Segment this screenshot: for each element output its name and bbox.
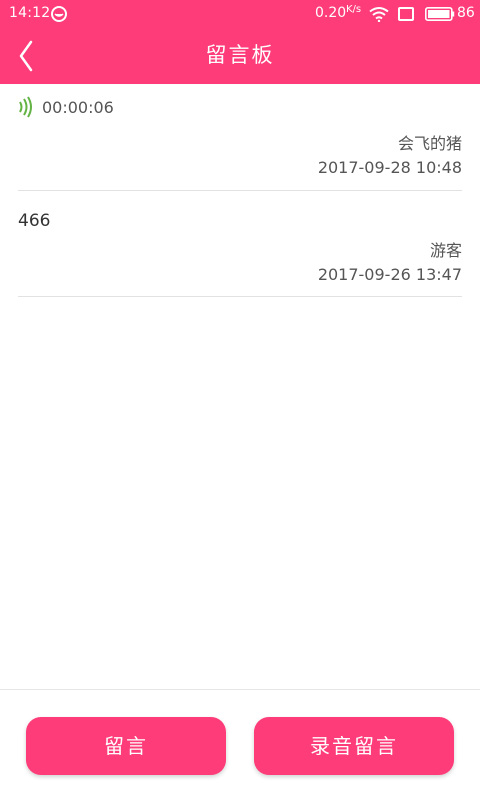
message-author: 游客 [429, 241, 462, 260]
list-item[interactable]: 466 游客 2017-09-26 13:47 [18, 191, 462, 297]
voice-duration: 00:00:06 [42, 98, 114, 117]
list-item[interactable]: 00:00:06 会飞的猪 2017-09-28 10:48 [18, 84, 462, 191]
voice-waves-icon[interactable] [18, 96, 34, 118]
bottom-action-bar: 留言 录音留言 [0, 689, 480, 801]
wifi-icon [369, 7, 389, 22]
battery-icon [425, 7, 455, 21]
message-list: 00:00:06 会飞的猪 2017-09-28 10:48 466 游客 20… [0, 84, 480, 297]
page-title: 留言板 [205, 43, 275, 67]
message-datetime: 2017-09-28 10:48 [317, 158, 462, 177]
message-text: 466 [18, 211, 51, 231]
status-time: 14:12 [9, 5, 51, 21]
leave-message-button[interactable]: 留言 [26, 717, 226, 775]
net-speed: 0.20 [315, 5, 347, 21]
app-header: 14:12 0.20 K/s 86 留言板 [0, 0, 480, 84]
record-message-button[interactable]: 录音留言 [254, 717, 454, 775]
net-speed-unit: K/s [346, 4, 362, 15]
chat-bubble-icon [51, 6, 67, 22]
message-datetime: 2017-09-26 13:47 [317, 265, 462, 284]
battery-level: 86 [457, 5, 475, 21]
status-bar: 14:12 0.20 K/s 86 [0, 0, 480, 28]
square-icon [398, 7, 414, 21]
message-author: 会飞的猪 [397, 134, 462, 153]
